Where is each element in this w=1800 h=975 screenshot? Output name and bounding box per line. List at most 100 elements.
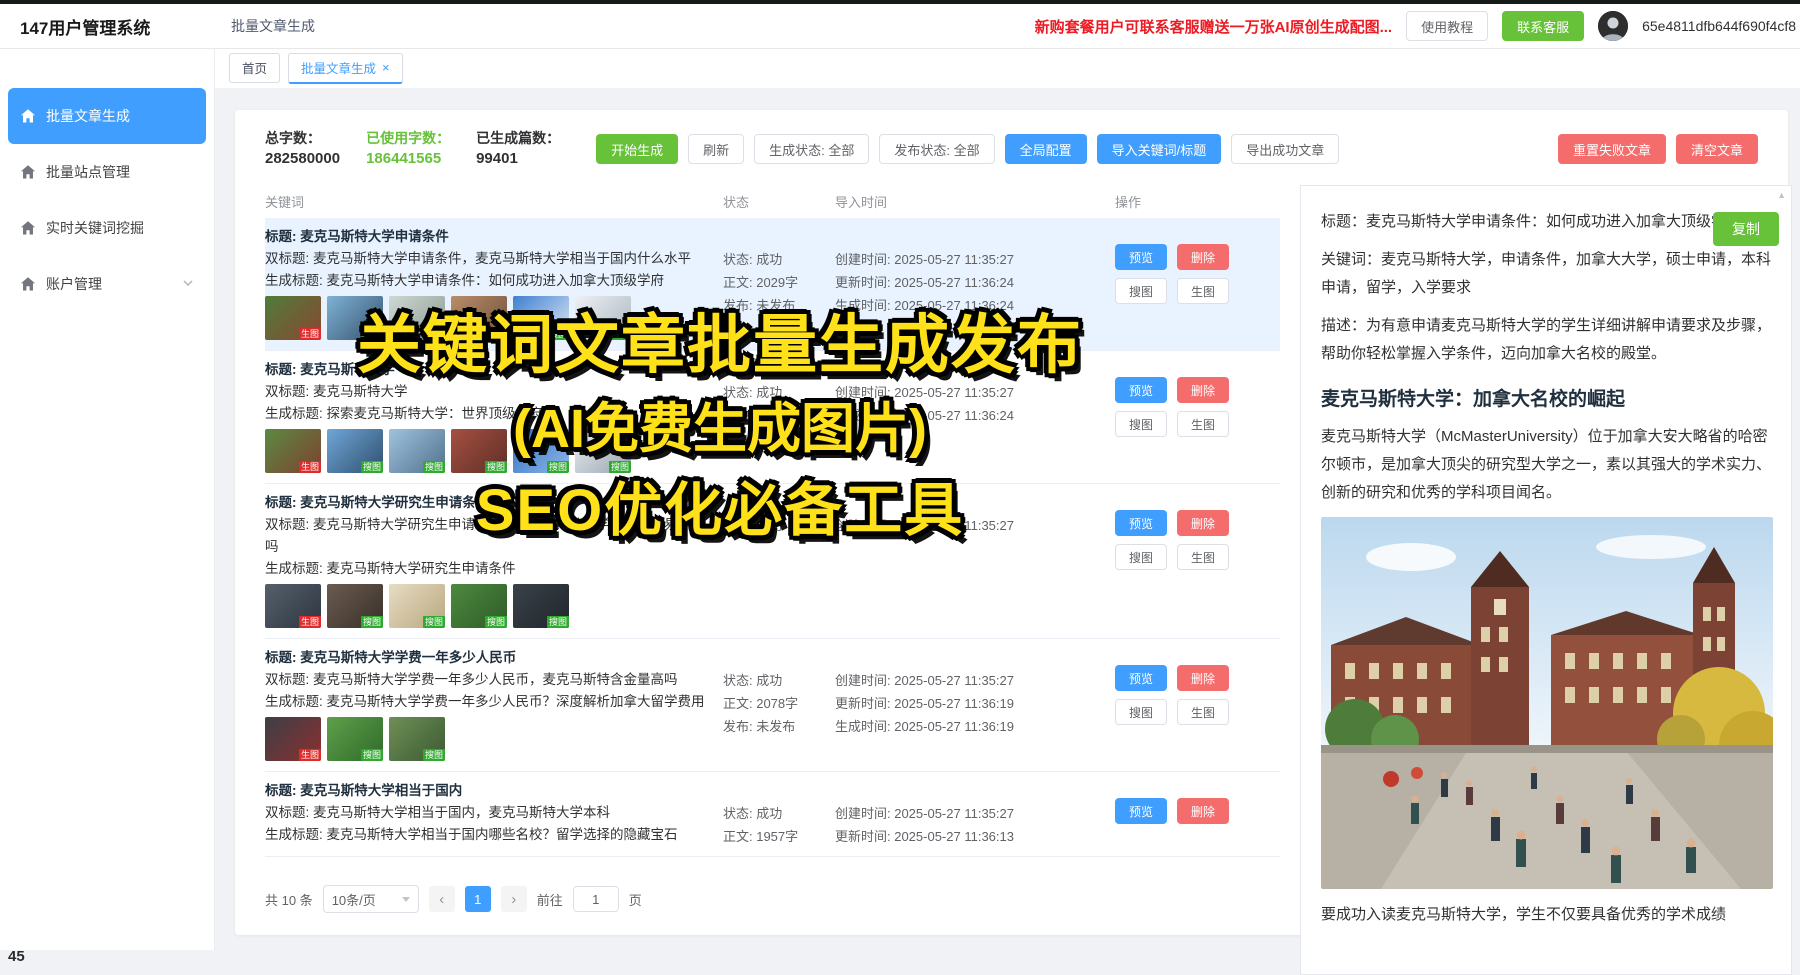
row-status-column: 状态: 成功: [723, 514, 835, 537]
tab-0[interactable]: 首页: [229, 53, 280, 83]
stat-label: 已使用字数：: [366, 128, 450, 148]
import-keywords-button[interactable]: 导入关键词/标题: [1097, 134, 1222, 164]
article-thumbnail[interactable]: 生图: [265, 296, 321, 340]
export-success-button[interactable]: 导出成功文章: [1231, 134, 1339, 164]
house-icon: [20, 164, 36, 180]
time-line: 更新时间: 2025-05-27 11:36:24: [835, 271, 1095, 294]
top-strip: [0, 0, 1800, 4]
table-row[interactable]: 标题: 麦克马斯特大学申请条件双标题: 麦克马斯特大学申请条件，麦克马斯特大学相…: [265, 218, 1280, 351]
preview-clipped-text: 要成功入读麦克马斯特大学，学生不仅要具备优秀的学术成绩: [1321, 901, 1771, 929]
next-page-button[interactable]: ›: [501, 886, 527, 912]
thumbnail-badge: 搜图: [547, 328, 569, 340]
status-line: 状态: 成功: [723, 248, 835, 271]
table-row[interactable]: 标题: 麦克马斯特大学相当于国内双标题: 麦克马斯特大学相当于国内，麦克马斯特大…: [265, 772, 1280, 857]
row-title: 标题: 麦克马斯特大学相当于国内: [265, 780, 717, 802]
article-thumbnail[interactable]: 生图: [265, 429, 321, 473]
generate-image-button[interactable]: 生图: [1177, 544, 1229, 570]
promo-notice: 新购套餐用户可联系客服赠送一万张AI原创生成配图...: [1035, 16, 1393, 37]
article-thumbnail[interactable]: 生图: [265, 584, 321, 628]
article-thumbnail[interactable]: 生图: [265, 717, 321, 761]
row-status-column: 状态: 成功正文: 2029字发布: 未发布: [723, 248, 835, 317]
status-line: 状态: 成功: [723, 802, 835, 825]
search-image-button[interactable]: 搜图: [1115, 411, 1167, 437]
row-gen: 生成标题: 麦克马斯特大学申请条件：如何成功进入加拿大顶级学府: [265, 270, 717, 292]
table-row[interactable]: 标题: 麦克马斯特大学双标题: 麦克马斯特大学生成标题: 探索麦克马斯特大学：世…: [265, 351, 1280, 484]
copy-button[interactable]: 复制: [1713, 212, 1779, 246]
sidebar-item-0[interactable]: 批量文章生成: [8, 88, 206, 144]
thumbnail-badge: 搜图: [361, 749, 383, 761]
clear-articles-button[interactable]: 清空文章: [1676, 134, 1758, 164]
article-thumbnail[interactable]: 搜图: [327, 296, 383, 340]
thumbnail-badge: 生图: [299, 616, 321, 628]
sidebar-item-2[interactable]: 实时关键词挖掘: [8, 200, 206, 256]
page-size-select[interactable]: 10条/页: [323, 885, 419, 913]
current-page-button[interactable]: 1: [465, 886, 491, 912]
thumbnail-badge: 搜图: [423, 328, 445, 340]
search-image-button[interactable]: 搜图: [1115, 699, 1167, 725]
preview-button[interactable]: 预览: [1115, 510, 1167, 536]
table-header: 关键词 状态 导入时间 操作: [265, 192, 1280, 216]
generate-image-button[interactable]: 生图: [1177, 411, 1229, 437]
goto-page-input[interactable]: [573, 886, 619, 912]
article-thumbnail[interactable]: 搜图: [389, 296, 445, 340]
preview-button[interactable]: 预览: [1115, 377, 1167, 403]
prev-page-button[interactable]: ‹: [429, 886, 455, 912]
row-actions: 预览删除: [1115, 798, 1265, 832]
stat-label: 总字数：: [265, 128, 340, 148]
global-config-button[interactable]: 全局配置: [1005, 134, 1087, 164]
article-thumbnail[interactable]: 搜图: [513, 296, 569, 340]
start-generate-button[interactable]: 开始生成: [596, 134, 678, 164]
col-header-status: 状态: [723, 192, 749, 211]
article-thumbnail[interactable]: 搜图: [513, 429, 569, 473]
thumbnail-badge: 搜图: [547, 461, 569, 473]
preview-button[interactable]: 预览: [1115, 798, 1167, 824]
contact-support-button[interactable]: 联系客服: [1502, 11, 1584, 41]
generate-image-button[interactable]: 生图: [1177, 278, 1229, 304]
row-dual: 双标题: 麦克马斯特大学研究生申请条件，麦克马斯特大学研究生容易申请吗: [265, 514, 717, 558]
reset-failed-button[interactable]: 重置失败文章: [1558, 134, 1666, 164]
generate-status-filter[interactable]: 生成状态: 全部: [754, 134, 869, 164]
scroll-up-icon[interactable]: ▲: [1777, 190, 1786, 200]
table-row[interactable]: 标题: 麦克马斯特大学学费一年多少人民币双标题: 麦克马斯特大学学费一年多少人民…: [265, 639, 1280, 772]
article-thumbnail[interactable]: 搜图: [575, 296, 631, 340]
article-thumbnail[interactable]: 搜图: [451, 429, 507, 473]
article-thumbnail[interactable]: 搜图: [513, 584, 569, 628]
refresh-button[interactable]: 刷新: [688, 134, 744, 164]
article-thumbnail[interactable]: 搜图: [451, 584, 507, 628]
delete-button[interactable]: 删除: [1177, 665, 1229, 691]
thumbnail-badge: 搜图: [361, 616, 383, 628]
article-thumbnail[interactable]: 搜图: [389, 717, 445, 761]
row-time-column: 创建时间: 2025-05-27 11:35:27生成时间: 2025-05-2…: [835, 381, 1095, 427]
search-image-button[interactable]: 搜图: [1115, 544, 1167, 570]
house-icon: [20, 276, 36, 292]
preview-paragraph: 麦克马斯特大学（McMasterUniversity）位于加拿大安大略省的哈密尔…: [1321, 423, 1771, 507]
close-icon[interactable]: ×: [382, 60, 390, 75]
delete-button[interactable]: 删除: [1177, 798, 1229, 824]
avatar[interactable]: [1598, 11, 1628, 41]
sidebar-item-3[interactable]: 账户管理: [8, 256, 206, 312]
generate-image-button[interactable]: 生图: [1177, 699, 1229, 725]
article-thumbnail[interactable]: 搜图: [327, 429, 383, 473]
article-thumbnail[interactable]: 搜图: [327, 584, 383, 628]
article-thumbnail[interactable]: 搜图: [575, 429, 631, 473]
tutorial-button[interactable]: 使用教程: [1406, 11, 1488, 41]
row-title: 标题: 麦克马斯特大学学费一年多少人民币: [265, 647, 717, 669]
table-row[interactable]: 标题: 麦克马斯特大学研究生申请条件双标题: 麦克马斯特大学研究生申请条件，麦克…: [265, 484, 1280, 639]
delete-button[interactable]: 删除: [1177, 244, 1229, 270]
delete-button[interactable]: 删除: [1177, 377, 1229, 403]
publish-status-filter[interactable]: 发布状态: 全部: [879, 134, 994, 164]
preview-button[interactable]: 预览: [1115, 244, 1167, 270]
preview-button[interactable]: 预览: [1115, 665, 1167, 691]
article-thumbnail[interactable]: 搜图: [389, 429, 445, 473]
article-thumbnail[interactable]: 搜图: [451, 296, 507, 340]
search-image-button[interactable]: 搜图: [1115, 278, 1167, 304]
caret-down-icon: [402, 897, 410, 902]
user-silhouette-icon: [1598, 11, 1628, 41]
sidebar-item-1[interactable]: 批量站点管理: [8, 144, 206, 200]
tab-1[interactable]: 批量文章生成×: [288, 53, 403, 84]
delete-button[interactable]: 删除: [1177, 510, 1229, 536]
article-thumbnail[interactable]: 搜图: [327, 717, 383, 761]
thumbnail-badge: 搜图: [485, 616, 507, 628]
article-preview-panel: ▲ 复制 标题：麦克马斯特大学申请条件：如何成功进入加拿大顶级学府 关键词：麦克…: [1300, 185, 1792, 975]
article-thumbnail[interactable]: 搜图: [389, 584, 445, 628]
